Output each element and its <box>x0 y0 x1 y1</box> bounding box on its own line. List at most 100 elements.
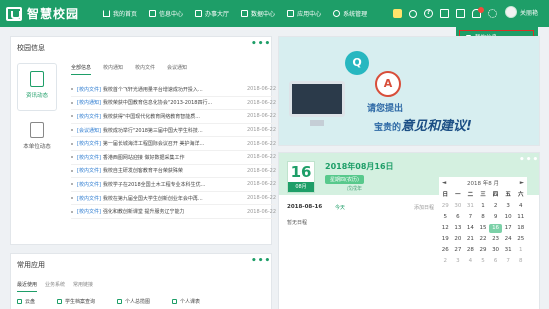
calendar-day[interactable]: 7 <box>502 257 515 266</box>
calendar-day[interactable]: 20 <box>452 235 465 244</box>
list-item[interactable]: [校内文件] 我校获得"中国现代化教育网络教育智能质... 2018-06-22 <box>71 110 276 124</box>
user-menu[interactable]: 关丽艳 <box>505 6 538 18</box>
nav-data-center[interactable]: 数据中心 <box>235 0 281 27</box>
nav-home[interactable]: 我的首页 <box>97 0 143 27</box>
calendar-day[interactable]: 18 <box>514 224 527 233</box>
cloud-icon <box>17 299 22 304</box>
calendar-day[interactable]: 5 <box>477 257 490 266</box>
list-item[interactable]: [校内文件] 我校自主研发创客教育平台荣获殊荣 2018-06-22 <box>71 165 276 179</box>
nav-service-hall[interactable]: 办事大厅 <box>189 0 235 27</box>
calendar-day[interactable]: 1 <box>514 246 527 255</box>
more-button[interactable]: ••• <box>251 39 271 49</box>
calendar-day[interactable]: 23 <box>489 235 502 244</box>
calendar-day[interactable]: 9 <box>489 213 502 222</box>
campus-info-panel: 校园信息 ••• 资讯动态 本单位动态 全部信息 校内通知 校内文件 会议通知 … <box>10 36 276 245</box>
tab-links[interactable]: 常用链接 <box>73 281 93 292</box>
calendar-day[interactable]: 31 <box>464 202 477 211</box>
more-button[interactable]: ••• <box>519 155 539 165</box>
app-student-records[interactable]: 学生档案查询 <box>57 298 95 305</box>
search-icon[interactable] <box>409 9 417 18</box>
calendar-day[interactable]: 16 <box>489 224 502 233</box>
news-tabs: 全部信息 校内通知 校内文件 会议通知 <box>71 64 199 75</box>
weekday-header: 四 <box>492 192 499 198</box>
calendar-day[interactable]: 8 <box>477 213 490 222</box>
tab-files[interactable]: 校内文件 <box>135 64 155 75</box>
calendar-day[interactable]: 4 <box>464 257 477 266</box>
month-label: 08月 <box>288 182 314 192</box>
calendar-day[interactable]: 2 <box>489 202 502 211</box>
tab-notices[interactable]: 校内通知 <box>103 64 123 75</box>
calendar-day[interactable]: 30 <box>452 202 465 211</box>
calendar-day[interactable]: 4 <box>514 202 527 211</box>
calendar-day[interactable]: 11 <box>514 213 527 222</box>
add-event-button[interactable]: 添加日程 <box>414 204 434 211</box>
prev-month-icon[interactable]: ◄ <box>442 180 446 186</box>
sidebar-item-dept-news[interactable]: 本单位动态 <box>17 117 57 150</box>
calendar-day[interactable]: 10 <box>502 213 515 222</box>
today-link[interactable]: 今天 <box>335 204 345 211</box>
panel-title: 校园信息 <box>17 44 45 52</box>
calendar-day[interactable]: 8 <box>514 257 527 266</box>
calendar-day[interactable]: 5 <box>439 213 452 222</box>
app-personal-overview[interactable]: 个人总揽图 <box>117 298 150 305</box>
app-logo[interactable]: 智慧校园 <box>6 5 79 22</box>
calendar-day[interactable]: 3 <box>452 257 465 266</box>
screen-icon[interactable] <box>440 9 449 18</box>
list-item[interactable]: [会议通知] 我校成功举行"2018第三届中国大学生科技... 2018-06-22 <box>71 124 276 138</box>
monitor-illustration <box>289 81 345 126</box>
list-item[interactable]: [校内文件] 我校在第九届全国大学生创新创业年会中再... 2018-06-22 <box>71 192 276 206</box>
calendar-day[interactable]: 12 <box>439 224 452 233</box>
tab-meetings[interactable]: 会议通知 <box>167 64 187 75</box>
settings-icon[interactable] <box>488 9 497 18</box>
calendar-day[interactable]: 29 <box>477 246 490 255</box>
app-cloud-disk[interactable]: 云盘 <box>17 298 35 305</box>
calendar-day[interactable]: 17 <box>502 224 515 233</box>
notes-icon[interactable] <box>393 9 402 18</box>
nav-system-admin[interactable]: 系统管理 <box>327 0 373 27</box>
calendar-day[interactable]: 15 <box>477 224 490 233</box>
calendar-day[interactable]: 27 <box>452 246 465 255</box>
tab-all[interactable]: 全部信息 <box>71 64 92 75</box>
tab-business-systems[interactable]: 业务系统 <box>45 281 65 292</box>
calendar-day[interactable]: 25 <box>514 235 527 244</box>
calendar-day[interactable]: 29 <box>439 202 452 211</box>
id-card-icon[interactable] <box>456 9 465 18</box>
tab-recent[interactable]: 最近使用 <box>17 281 38 292</box>
calendar-day[interactable]: 3 <box>502 202 515 211</box>
calendar-day[interactable]: 6 <box>489 257 502 266</box>
calendar-day[interactable]: 6 <box>452 213 465 222</box>
list-item[interactable]: [校内文件] 我校首个飞轩光通用量平台增速成功开投入... 2018-06-22 <box>71 83 276 97</box>
list-item[interactable]: [校内通知] 我校荣获中国教育信息化协会"2013-2018四行... 2018-0… <box>71 97 276 111</box>
calendar-day[interactable]: 21 <box>464 235 477 244</box>
calendar-day[interactable]: 31 <box>502 246 515 255</box>
list-item[interactable]: [校内文件] 强化和教创新课堂 提升服务辽宁能力 2018-06-22 <box>71 205 276 219</box>
calendar-day[interactable]: 13 <box>452 224 465 233</box>
feedback-banner[interactable]: Q A 请您提出 宝贵的意见和建议! <box>278 36 540 146</box>
nav-info-center[interactable]: 信息中心 <box>143 0 189 27</box>
nav-app-center[interactable]: 应用中心 <box>281 0 327 27</box>
calendar-day[interactable]: 14 <box>464 224 477 233</box>
weekday-header: 日 <box>442 192 449 198</box>
apps-list: 云盘 学生档案查询 个人总揽图 个人课表 <box>17 298 222 305</box>
list-item[interactable]: [校内文件] 第一届长城海洋工程国际会议召开 美护海洋... 2018-06-22 <box>71 137 276 151</box>
more-button[interactable]: ••• <box>251 256 271 266</box>
help-icon[interactable]: ? <box>424 9 433 18</box>
bell-icon[interactable] <box>472 7 484 18</box>
sidebar-item-news[interactable]: 资讯动态 <box>17 63 57 111</box>
calendar-panel: 16 08月 2018年08月16日 星期四(农历) 戊戌年 ••• 2018-… <box>278 152 540 309</box>
calendar-day[interactable]: 30 <box>489 246 502 255</box>
calendar-day[interactable]: 28 <box>464 246 477 255</box>
list-item[interactable]: [校内文件] 我校学子在2018全国土木工程专业本科生优... 2018-06-22 <box>71 178 276 192</box>
calendar-day[interactable]: 1 <box>477 202 490 211</box>
list-item[interactable]: [校内文件] 香港西图网站迎接 做好数据采集工作 2018-06-22 <box>71 151 276 165</box>
calendar-day[interactable]: 22 <box>477 235 490 244</box>
calendar-day[interactable]: 24 <box>502 235 515 244</box>
calendar-day[interactable]: 19 <box>439 235 452 244</box>
mini-calendar-grid: 日一二三四五六 29 30 31 1 2 3 4 5 6 7 8 9 10 11 12 13 14 15 16 17 18… <box>439 191 527 266</box>
calendar-day[interactable]: 7 <box>464 213 477 222</box>
app-personal-timetable[interactable]: 个人课表 <box>172 298 200 305</box>
calendar-day[interactable]: 26 <box>439 246 452 255</box>
cart-icon <box>287 10 295 17</box>
calendar-day[interactable]: 2 <box>439 257 452 266</box>
next-month-icon[interactable]: ► <box>520 180 524 186</box>
